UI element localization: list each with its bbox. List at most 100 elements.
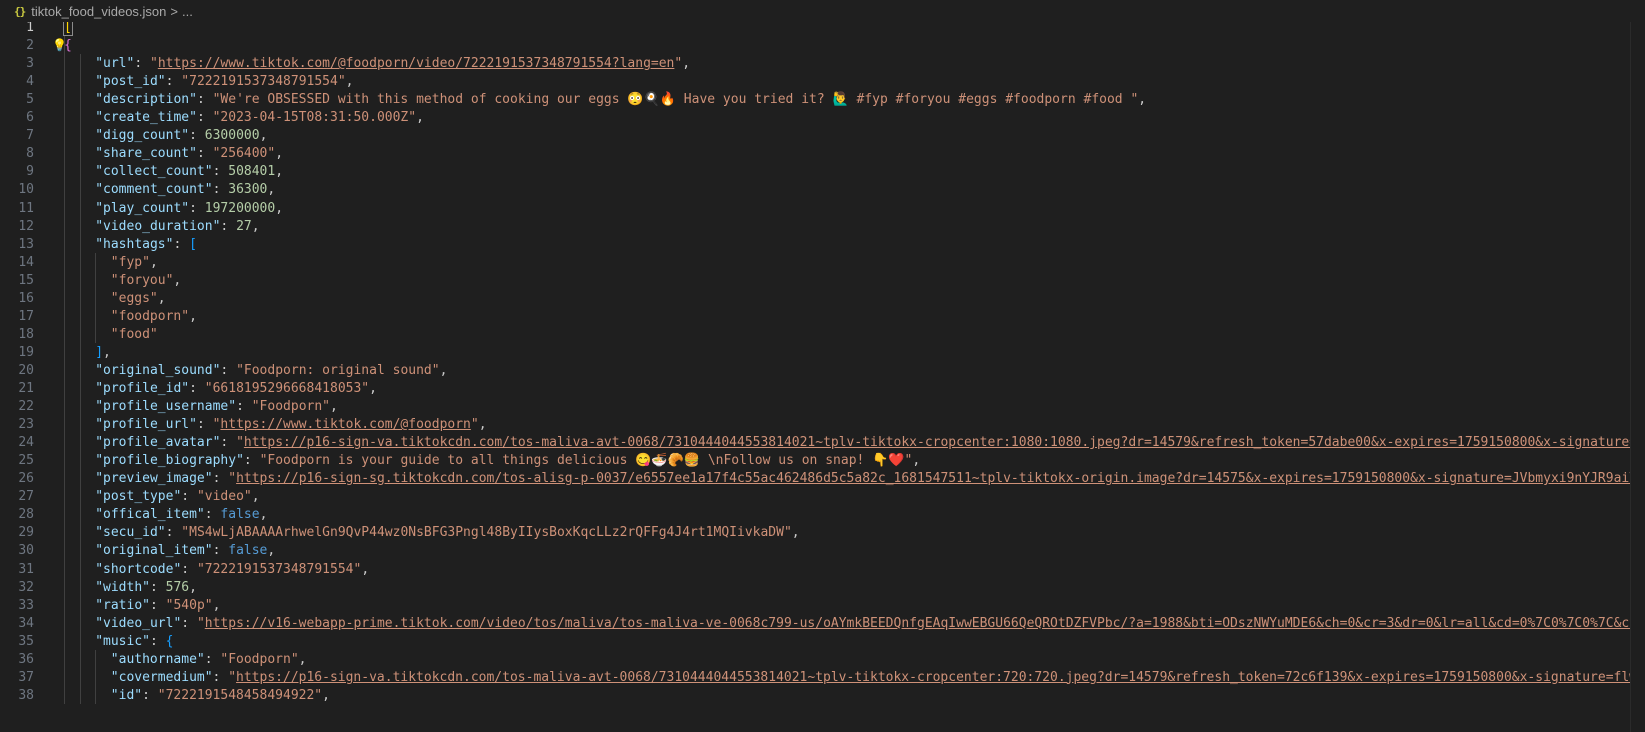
code-line[interactable]: 13 "hashtags": [ (0, 235, 1645, 254)
code-line[interactable]: 36 "authorname": "Foodporn", (0, 650, 1645, 669)
code-line[interactable]: 8 "share_count": "256400", (0, 144, 1645, 163)
code-line[interactable]: 19], (0, 343, 1645, 362)
line-content: "play_count": 197200000, (95, 199, 283, 218)
code-token: false (228, 543, 268, 559)
line-content: [ (63, 22, 73, 37)
line-number: 12 (18, 218, 34, 234)
line-content: "video_duration": 27, (95, 217, 259, 236)
code-token: : (212, 669, 229, 685)
code-line[interactable]: 12 "video_duration": 27, (0, 217, 1645, 236)
code-line[interactable]: 32 "width": 576, (0, 578, 1645, 597)
code-line[interactable]: 11 "play_count": 197200000, (0, 199, 1645, 218)
line-content: "url": "https://www.tiktok.com/@foodporn… (95, 54, 690, 73)
code-token: " (196, 615, 205, 631)
line-content: "collect_count": 508401, (95, 162, 283, 181)
line-content: "digg_count": 6300000, (95, 126, 267, 145)
breadcrumb: {} tiktok_food_videos.json > ... (0, 0, 1645, 22)
line-content: "profile_id": "6618195296668418053", (95, 379, 377, 398)
code-token: , (682, 56, 691, 72)
code-line[interactable]: 1[ (0, 22, 1645, 37)
code-token: " (236, 435, 244, 451)
code-token: : (204, 507, 221, 523)
code-token: "hashtags" (95, 236, 174, 252)
code-token: https://www.tiktok.com/@foodporn/video/7… (157, 56, 675, 72)
code-line[interactable]: 34 "video_url": "https://v16-webapp-prime… (0, 614, 1645, 633)
code-line[interactable]: 18 "food" (0, 325, 1645, 344)
code-token: : (236, 399, 252, 415)
line-number: 1 (26, 22, 34, 35)
code-token: , (1138, 92, 1147, 108)
code-line[interactable]: 16 "eggs", (0, 289, 1645, 308)
code-line[interactable]: 6 "create_time": "2023-04-15T08:31:50.000… (0, 108, 1645, 127)
line-number: 23 (18, 417, 34, 433)
code-line[interactable]: 37 "covermedium": "https://p16-sign-va.ti… (0, 668, 1645, 687)
line-number: 36 (18, 651, 34, 667)
code-line[interactable]: 15 "foryou", (0, 271, 1645, 290)
code-line[interactable]: 22 "profile_username": "Foodporn", (0, 397, 1645, 416)
code-line[interactable]: 5 "description": "We're OBSESSED with thi… (0, 90, 1645, 109)
code-line[interactable]: 17 "foodporn", (0, 307, 1645, 326)
line-number: 37 (18, 669, 34, 685)
code-token: "secu_id" (95, 525, 166, 541)
code-line[interactable]: 14 "fyp", (0, 253, 1645, 272)
code-token: "foryou" (110, 272, 174, 288)
code-line[interactable]: 27 "post_type": "video", (0, 487, 1645, 506)
code-line[interactable]: 7 "digg_count": 6300000, (0, 126, 1645, 145)
line-content: "video_url": "https://v16-webapp-prime.t… (95, 614, 1645, 633)
code-token: https://www.tiktok.com/@foodporn (220, 417, 471, 433)
code-token: "7222191537348791554" (196, 561, 362, 577)
code-line[interactable]: 33 "ratio": "540p", (0, 596, 1645, 615)
line-number: 30 (18, 543, 34, 559)
code-line[interactable]: 2 💡{ (0, 36, 1645, 55)
code-token: : (220, 362, 237, 378)
code-token: , (369, 381, 377, 396)
code-token: , (103, 344, 111, 360)
code-token: , (330, 399, 338, 415)
code-line[interactable]: 24 "profile_avatar": "https://p16-sign-va… (0, 433, 1645, 452)
code-token: "Foodporn is your guide to all things de… (259, 453, 913, 469)
code-line[interactable]: 31 "shortcode": "7222191537348791554", (0, 560, 1645, 579)
code-token: : (189, 200, 205, 216)
code-line[interactable]: 38 "id": "7222191548458494922", (0, 686, 1645, 705)
code-token: " (228, 471, 237, 487)
code-token: : (189, 381, 205, 396)
breadcrumb-filename[interactable]: tiktok_food_videos.json (31, 4, 166, 19)
code-line[interactable]: 3 "url": "https://www.tiktok.com/@foodpor… (0, 54, 1645, 73)
vertical-scrollbar[interactable] (1630, 22, 1645, 732)
line-number: 27 (18, 489, 34, 505)
code-line[interactable]: 29 "secu_id": "MS4wLjABAAAArhwelGn9QvP44w… (0, 523, 1645, 542)
code-line[interactable]: 4 "post_id": "7222191537348791554", (0, 72, 1645, 91)
breadcrumb-ellipsis[interactable]: ... (182, 4, 193, 19)
lightbulb-icon[interactable]: 💡 (52, 36, 67, 55)
code-token: , (267, 543, 276, 559)
code-token: , (259, 507, 268, 523)
code-line[interactable]: 26 "preview_image": "https://p16-sign-sg.… (0, 469, 1645, 488)
code-token: https://p16-sign-va.tiktokcdn.com/tos-ma… (236, 669, 1645, 685)
code-token: "video" (196, 489, 252, 505)
line-number: 16 (18, 290, 34, 306)
code-token: "original_sound" (95, 362, 221, 378)
code-token: "6618195296668418053" (204, 381, 370, 396)
code-line[interactable]: 30 "original_item": false, (0, 541, 1645, 560)
line-number: 28 (18, 507, 34, 523)
code-line[interactable]: 25 "profile_biography": "Foodporn is your… (0, 451, 1645, 470)
code-token: "authorname" (110, 651, 205, 667)
code-line[interactable]: 28 "offical_item": false, (0, 505, 1645, 524)
line-number: 18 (18, 326, 34, 342)
line-content: "profile_url": "https://www.tiktok.com/@… (95, 415, 486, 434)
code-token: "video_url" (95, 615, 182, 631)
code-line[interactable]: 20 "original_sound": "Foodporn: original … (0, 361, 1645, 380)
code-token: , (275, 146, 284, 162)
code-token: : (189, 128, 205, 144)
line-content: "create_time": "2023-04-15T08:31:50.000Z… (95, 108, 424, 127)
code-token: "ratio" (95, 597, 150, 613)
code-line[interactable]: 21 "profile_id": "6618195296668418053", (0, 379, 1645, 398)
line-content: "foryou", (111, 271, 181, 290)
code-line[interactable]: 35 "music": { (0, 632, 1645, 651)
code-line[interactable]: 23 "profile_url": "https://www.tiktok.com… (0, 415, 1645, 434)
code-token: "offical_item" (95, 507, 205, 523)
code-token: "foodporn" (110, 308, 190, 324)
code-line[interactable]: 9 "collect_count": 508401, (0, 162, 1645, 181)
code-line[interactable]: 10 "comment_count": 36300, (0, 180, 1645, 199)
code-editor[interactable]: 1[2 💡{3 "url": "https://www.tiktok.com/@fo… (0, 22, 1645, 732)
